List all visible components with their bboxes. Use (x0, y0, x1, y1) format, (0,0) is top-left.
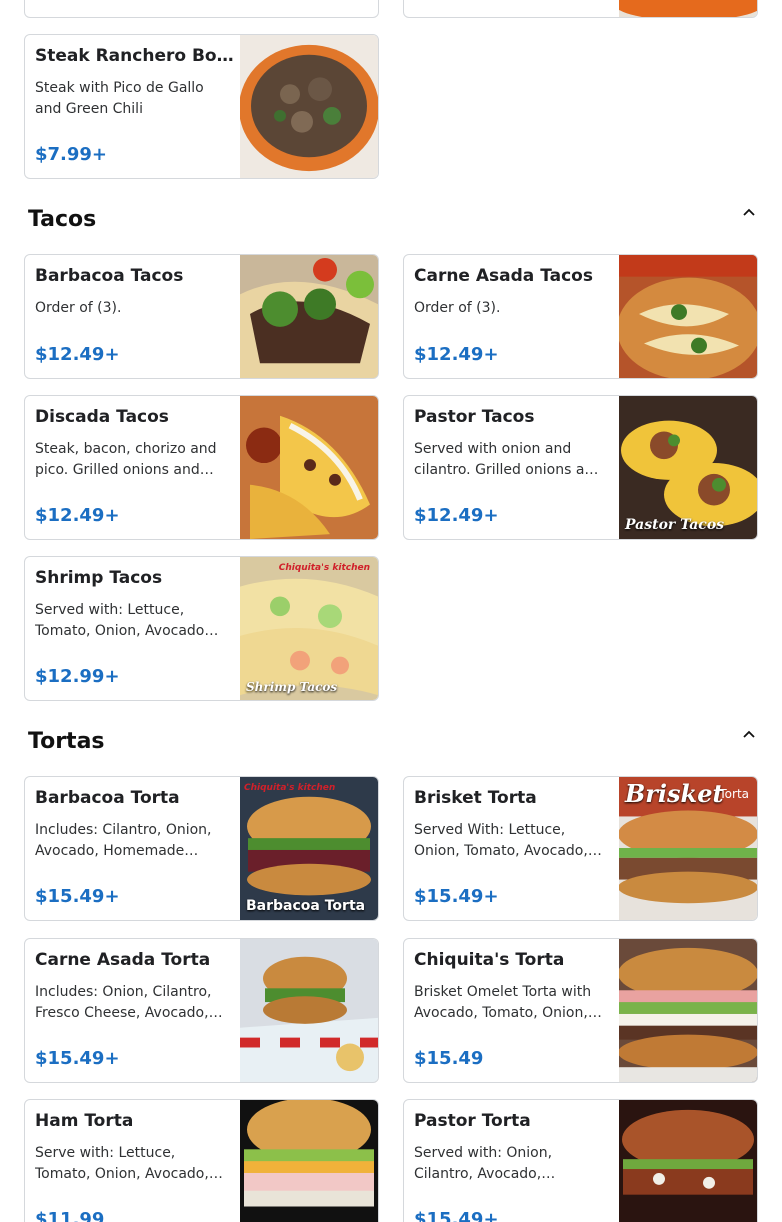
food-image: Chiquita's kitchen Barbacoa Torta (240, 777, 378, 920)
item-description: Steak, bacon, chorizo and pico. Grilled … (35, 441, 217, 478)
image-caption: Brisket (625, 779, 724, 808)
item-price: $11.99 (35, 1209, 105, 1222)
item-name: Pastor Tacos (414, 407, 535, 427)
food-image (240, 255, 378, 378)
item-description: Served with onion and cilantro. Grilled … (414, 441, 603, 478)
food-image (619, 1100, 757, 1222)
menu-item-card[interactable]: Barbacoa Tacos Order of (3). $12.49+ (24, 254, 379, 379)
section-title-tortas: Tortas (28, 729, 105, 754)
section-title-tacos: Tacos (28, 207, 97, 232)
item-name: Carne Asada Torta (35, 950, 211, 970)
item-price: $7.99+ (35, 144, 108, 165)
item-description: Steak with Pico de Gallo and Green Chili (35, 80, 204, 117)
item-description: Order of (3). (414, 300, 501, 316)
item-name: Ham Torta (35, 1111, 134, 1131)
item-price: $15.49+ (35, 886, 120, 907)
food-image (619, 939, 757, 1082)
menu-item-card[interactable]: Carne Asada Tacos Order of (3). $12.49+ (403, 254, 758, 379)
image-caption: Barbacoa Torta (246, 898, 366, 914)
item-price: $15.49+ (35, 1048, 120, 1069)
image-caption: Shrimp Tacos (246, 680, 338, 694)
menu-item-card[interactable]: Discada Tacos Steak, bacon, chorizo and … (24, 395, 379, 540)
item-price: $12.99+ (35, 666, 120, 687)
menu-item-card[interactable]: Pastor Tacos Served with onion and cilan… (403, 395, 758, 540)
food-image: Chiquita's kitchen Shrimp Tacos (240, 557, 378, 700)
item-price: $15.49 (414, 1048, 484, 1069)
item-description: Served With: Lettuce, Onion, Tomato, Avo… (414, 822, 588, 859)
menu-item-card[interactable]: Shrimp Tacos Served with: Lettuce, Tomat… (24, 556, 379, 701)
item-price: $12.49+ (35, 344, 120, 365)
food-image (619, 255, 757, 378)
menu-item-card[interactable]: Brisket Torta Served With: Lettuce, Onio… (403, 776, 758, 921)
item-description: Order of (3). (35, 300, 122, 316)
item-description: Brisket Omelet Torta with Avocado, Tomat… (414, 984, 592, 1021)
menu-item-card-partial-right[interactable] (403, 0, 758, 18)
item-description: Served with: Lettuce, Tomato, Onion, Avo… (35, 602, 205, 639)
food-image: Brisket Torta (619, 777, 757, 920)
item-name: Brisket Torta (414, 788, 537, 808)
image-brand-text: Chiquita's kitchen (278, 563, 370, 573)
item-description: Includes: Cilantro, Onion, Avocado, Home… (35, 822, 212, 859)
image-tag-text: Torta (719, 787, 749, 801)
image-caption: Pastor Tacos (625, 517, 725, 533)
item-name: Shrimp Tacos (35, 568, 163, 588)
menu-item-card[interactable]: Pastor Torta Served with: Onion, Cilantr… (403, 1099, 758, 1222)
menu-item-card[interactable]: Ham Torta Serve with: Lettuce, Tomato, O… (24, 1099, 379, 1222)
item-description: Served with: Onion, Cilantro, Avocado, P… (414, 1145, 553, 1182)
menu-item-card[interactable]: Carne Asada Torta Includes: Onion, Cilan… (24, 938, 379, 1083)
item-description: Serve with: Lettuce, Tomato, Onion, Avoc… (35, 1145, 209, 1182)
item-price: $15.49+ (414, 1209, 499, 1222)
item-name: Discada Tacos (35, 407, 169, 427)
food-image (240, 396, 378, 539)
food-image (240, 1100, 378, 1222)
item-name: Chiquita's Torta (414, 950, 565, 970)
item-name: Carne Asada Tacos (414, 266, 593, 286)
item-price: $12.49+ (414, 505, 499, 526)
menu-item-card-partial-left[interactable] (24, 0, 379, 18)
chevron-up-icon[interactable] (740, 726, 758, 744)
item-price: $15.49+ (414, 886, 499, 907)
item-description: Includes: Onion, Cilantro, Fresco Cheese… (35, 984, 212, 1021)
menu-item-card[interactable]: Steak Ranchero Bowl Steak with Pico de G… (24, 34, 379, 179)
item-name: Steak Ranchero Bowl (35, 46, 235, 66)
food-image (619, 0, 757, 17)
image-brand-text: Chiquita's kitchen (244, 783, 336, 793)
food-image (240, 939, 378, 1082)
item-name: Barbacoa Torta (35, 788, 180, 808)
menu-item-card[interactable]: Barbacoa Torta Includes: Cilantro, Onion… (24, 776, 379, 921)
item-name: Barbacoa Tacos (35, 266, 184, 286)
food-image: Pastor Tacos (619, 396, 757, 539)
menu-item-card[interactable]: Chiquita's Torta Brisket Omelet Torta wi… (403, 938, 758, 1083)
item-name: Pastor Torta (414, 1111, 531, 1131)
chevron-up-icon[interactable] (740, 204, 758, 222)
item-price: $12.49+ (35, 505, 120, 526)
item-price: $12.49+ (414, 344, 499, 365)
food-image (240, 35, 378, 178)
